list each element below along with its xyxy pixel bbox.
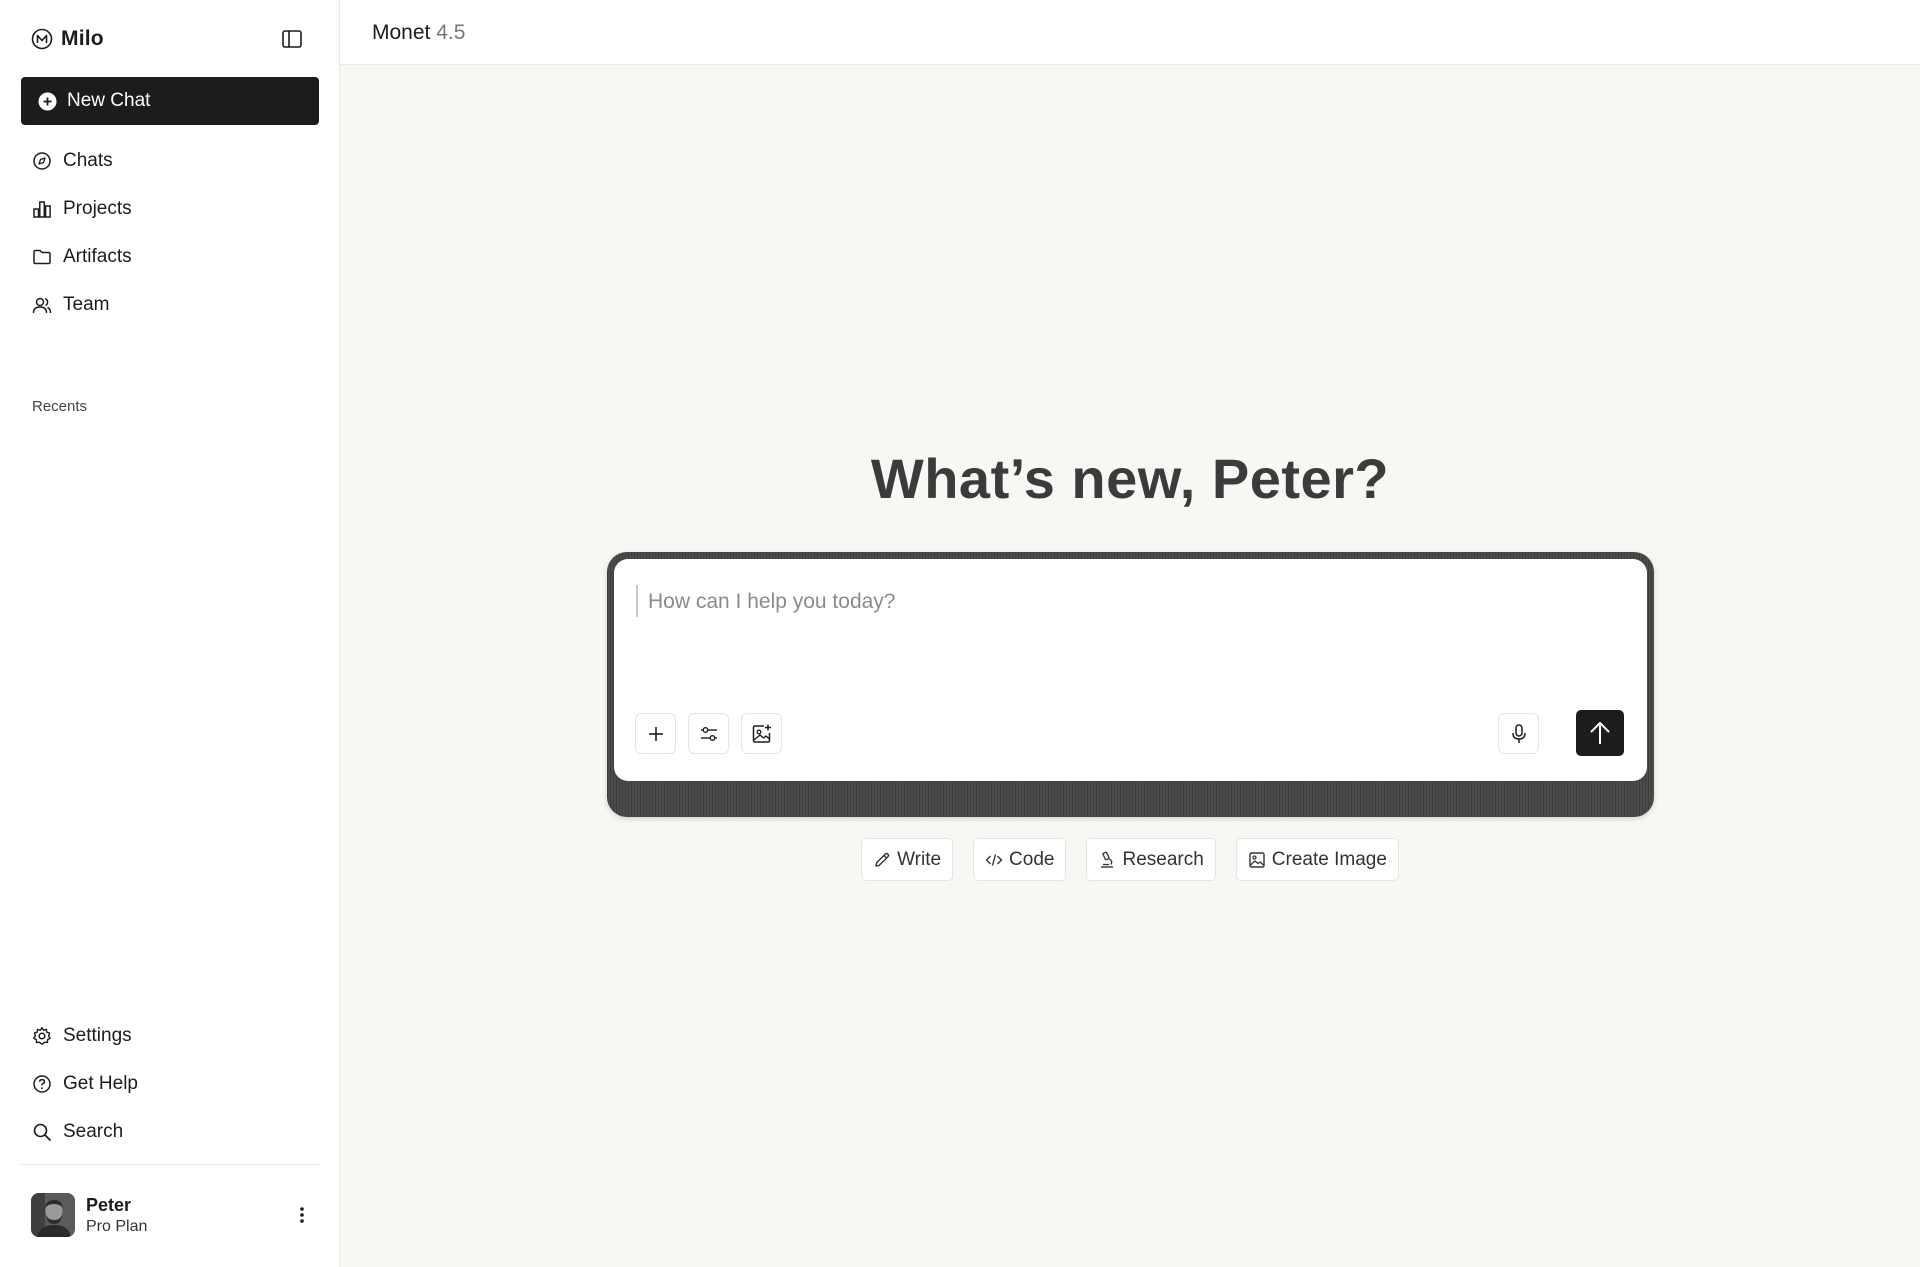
code-icon [985,851,1003,869]
milo-logo-icon [31,28,53,50]
gear-icon [32,1026,52,1046]
sidebar-item-label: Search [63,1121,124,1142]
greeting-heading: What’s new, Peter? [870,447,1390,510]
add-attachment-button[interactable] [635,713,676,754]
sidebar-nav: Chats Projects Artifacts Team [21,137,319,329]
user-name: Peter [86,1194,132,1215]
collapse-sidebar-button[interactable] [279,27,305,51]
sidebar-item-settings[interactable]: Settings [21,1012,319,1060]
avatar [31,1193,75,1237]
projects-icon [32,199,52,219]
app-name: Milo [61,27,104,50]
pencil-icon [873,851,891,869]
help-icon [32,1074,52,1094]
sidebar-bottom-nav: Settings Get Help Search [21,1012,319,1156]
model-version: 4.5 [436,21,466,44]
user-info: Peter Pro Plan [86,1195,147,1236]
text-caret [636,585,638,617]
new-chat-button[interactable]: New Chat [21,77,319,125]
image-add-icon [751,723,773,745]
suggestion-chips: Write Code Research Create Image [340,838,1920,881]
model-selector[interactable]: Monet 4.5 [372,21,465,45]
chip-label: Code [1009,848,1055,870]
sidebar: Milo New Chat Chats Projects Artifacts T… [0,0,340,1267]
sidebar-divider [21,1164,319,1165]
composer [614,559,1647,781]
search-icon [32,1122,52,1142]
sidebar-item-search[interactable]: Search [21,1108,319,1156]
model-name: Monet [372,21,431,44]
user-profile[interactable]: Peter Pro Plan [31,1192,313,1238]
sidebar-toggle-icon [282,30,302,48]
sidebar-item-team[interactable]: Team [21,281,319,329]
user-plan: Pro Plan [86,1217,148,1235]
sidebar-item-chats[interactable]: Chats [21,137,319,185]
arrow-up-icon [1588,720,1612,746]
chip-label: Create Image [1271,848,1387,870]
folder-icon [32,247,52,267]
sidebar-item-label: Artifacts [63,246,132,267]
chip-create-image[interactable]: Create Image [1235,838,1399,881]
chip-write[interactable]: Write [861,838,954,881]
sidebar-item-projects[interactable]: Projects [21,185,319,233]
voice-input-button[interactable] [1498,713,1539,754]
sidebar-item-label: Get Help [63,1073,138,1094]
image-icon [1248,851,1266,869]
chip-code[interactable]: Code [973,838,1067,881]
chats-icon [32,151,52,171]
brand[interactable]: Milo [31,26,104,52]
top-bar: Monet 4.5 [340,0,1920,65]
tools-settings-button[interactable] [688,713,729,754]
add-image-button[interactable] [741,713,782,754]
sidebar-item-label: Projects [63,198,132,219]
more-vertical-icon [299,1205,305,1225]
sidebar-item-artifacts[interactable]: Artifacts [21,233,319,281]
chip-label: Research [1122,848,1204,870]
sidebar-item-get-help[interactable]: Get Help [21,1060,319,1108]
sidebar-item-label: Chats [63,150,113,171]
recents-heading: Recents [32,398,88,415]
sliders-icon [699,724,719,744]
user-menu-button[interactable] [291,1200,313,1230]
sidebar-item-label: Settings [63,1025,132,1046]
prompt-input[interactable] [648,585,1608,619]
microphone-icon [1510,723,1528,745]
microscope-icon [1098,851,1116,869]
chip-label: Write [897,848,942,870]
team-icon [32,295,52,315]
sidebar-item-label: Team [63,294,110,315]
chip-research[interactable]: Research [1086,838,1216,881]
new-chat-label: New Chat [67,90,151,111]
send-button[interactable] [1576,710,1624,756]
plus-icon [647,725,665,743]
plus-circle-icon [38,92,57,111]
